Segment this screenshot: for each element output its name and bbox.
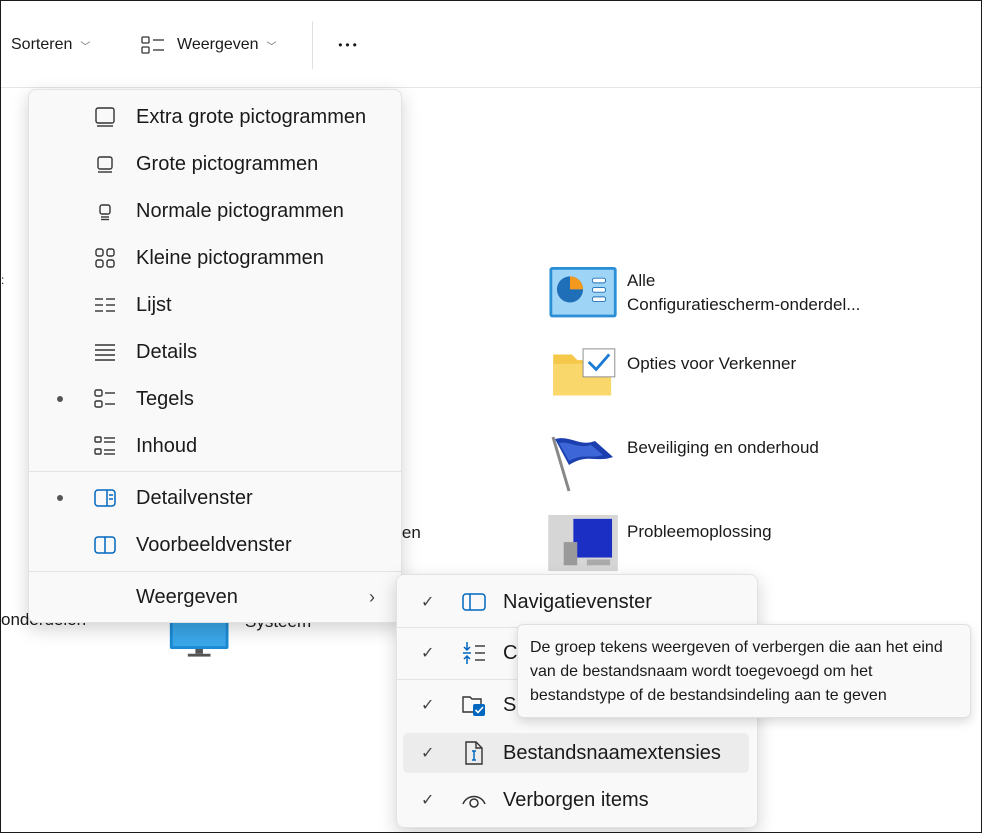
list-item-security-maintenance[interactable]: Beveiliging en onderhoud (547, 431, 819, 495)
menu-item-tiles[interactable]: Tegels (29, 377, 401, 421)
menu-item-label: Kleine pictogrammen (136, 246, 324, 269)
menu-item-label: Weergeven (136, 585, 238, 608)
sort-label: Sorteren (11, 36, 73, 53)
menu-item-label: Details (136, 340, 198, 363)
menu-item-label: Lijst (136, 293, 172, 316)
toolbar-separator (312, 21, 313, 69)
content-icon (94, 436, 115, 455)
selected-bullet-icon (57, 495, 63, 501)
list-item-troubleshooting[interactable]: Probleemoplossing (547, 515, 772, 573)
item-label: Opties voor Verkenner (627, 354, 797, 373)
menu-separator (29, 471, 401, 472)
check-icon: ✓ (421, 645, 435, 662)
monitor-medium-icon (99, 204, 111, 221)
item-checkboxes-icon (462, 696, 485, 716)
menu-item-small-icons[interactable]: Kleine pictogrammen (29, 236, 401, 280)
troubleshoot-monitor-icon (548, 515, 618, 572)
menu-item-label: Normale pictogrammen (136, 199, 344, 222)
monitor-large-icon (97, 156, 113, 173)
details-icon (95, 344, 115, 361)
menu-item-medium-icons[interactable]: Normale pictogrammen (29, 189, 401, 233)
menu-item-extra-large-icons[interactable]: Extra grote pictogrammen (29, 95, 401, 139)
monitor-xl-icon (95, 107, 115, 127)
menu-item-preview-pane[interactable]: Voorbeeldvenster (29, 523, 401, 567)
chevron-down-icon: ﹀ (266, 41, 277, 53)
view-button[interactable]: Weergeven ﹀ (141, 31, 277, 59)
item-label: Alle (627, 271, 656, 290)
view-label: Weergeven (177, 36, 259, 53)
command-bar: Sorteren ﹀ Weergeven ﹀ ••• (1, 1, 981, 88)
menu-item-details[interactable]: Details (29, 330, 401, 374)
menu-item-label: Voorbeeldvenster (136, 533, 292, 556)
check-icon: ✓ (421, 792, 435, 809)
chevron-right-icon: › (369, 586, 375, 607)
folder-check-icon (553, 348, 616, 396)
compact-view-icon (463, 642, 485, 664)
control-panel-icon (549, 267, 617, 318)
flag-icon (551, 436, 613, 492)
left-edge-mark: : (1, 273, 5, 287)
submenu-item-label: Navigatievenster (503, 590, 652, 613)
submenu-item-hidden-items[interactable]: ✓ Verborgen items (403, 780, 749, 820)
more-options-button[interactable]: ••• (335, 31, 363, 59)
list-icon (95, 298, 115, 312)
item-label: Configuratiescherm-onderdel... (627, 295, 861, 314)
menu-item-label: Tegels (136, 387, 194, 410)
menu-item-content[interactable]: Inhoud (29, 424, 401, 468)
submenu-item-file-extensions[interactable]: ✓ Bestandsnaamextensies (403, 733, 749, 773)
submenu-item-label: Bestandsnaamextensies (503, 741, 721, 764)
preview-pane-icon (94, 536, 116, 554)
file-extension-icon (465, 741, 483, 765)
eye-icon (462, 795, 486, 808)
more-icon: ••• (338, 38, 360, 52)
menu-item-show-submenu[interactable]: Weergeven › (29, 575, 401, 619)
details-pane-icon (94, 489, 116, 507)
check-icon: ✓ (421, 594, 435, 611)
submenu-item-navigation-pane[interactable]: ✓ Navigatievenster (403, 582, 749, 622)
menu-item-label: Detailvenster (136, 486, 253, 509)
item-label: Beveiliging en onderhoud (627, 438, 819, 457)
tiles-icon (141, 36, 164, 54)
chevron-down-icon: ﹀ (80, 41, 91, 53)
item-label-block: Alle Configuratiescherm-onderdel... (627, 269, 860, 323)
menu-item-list[interactable]: Lijst (29, 283, 401, 327)
menu-item-label: Extra grote pictogrammen (136, 105, 367, 128)
menu-item-large-icons[interactable]: Grote pictogrammen (29, 142, 401, 186)
menu-item-label: Inhoud (136, 434, 198, 457)
menu-item-details-pane[interactable]: Detailvenster (29, 476, 401, 520)
small-icons-grid-icon (95, 248, 115, 268)
tooltip: De groep tekens weergeven of verbergen d… (517, 624, 971, 718)
menu-item-label: Grote pictogrammen (136, 152, 319, 175)
tiles-icon (94, 389, 115, 408)
list-item-all-control-panel[interactable]: Alle Configuratiescherm-onderdel... (547, 267, 860, 323)
navigation-pane-icon (462, 593, 486, 611)
submenu-item-label: Verborgen items (503, 788, 649, 811)
check-icon: ✓ (421, 697, 435, 714)
view-menu: Extra grote pictogrammen Grote pictogram… (28, 89, 402, 623)
item-label: Probleemoplossing (627, 522, 772, 541)
explorer-window: Sorteren ﹀ Weergeven ﹀ ••• : ngen onderd… (0, 0, 982, 833)
sort-button[interactable]: Sorteren ﹀ (11, 31, 90, 59)
submenu-item-label: C (503, 641, 518, 664)
list-item-explorer-options[interactable]: Opties voor Verkenner (547, 347, 796, 403)
selected-bullet-icon (57, 396, 63, 402)
check-icon: ✓ (421, 745, 435, 762)
menu-separator (29, 571, 401, 572)
